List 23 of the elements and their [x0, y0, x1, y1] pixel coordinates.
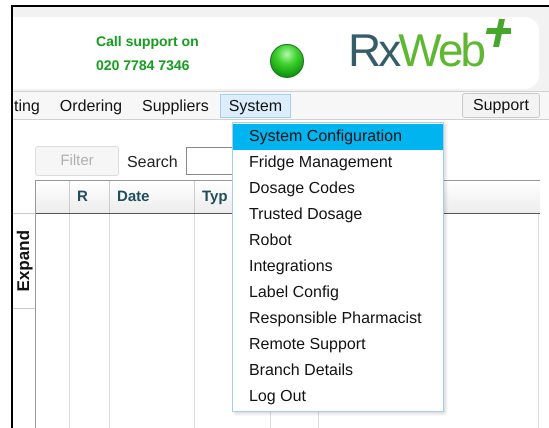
plus-icon	[483, 19, 511, 47]
dropdown-item[interactable]: System Configuration	[233, 124, 443, 150]
support-button[interactable]: Support	[462, 93, 540, 118]
dropdown-item[interactable]: Log Out	[233, 384, 443, 410]
support-text: Call support on	[96, 32, 200, 51]
menu-item[interactable]: ting	[5, 94, 49, 118]
dropdown-item[interactable]: Fridge Management	[233, 150, 443, 176]
menu-item[interactable]: System	[220, 94, 292, 118]
logo-text: RxWeb	[348, 25, 483, 75]
dropdown-item[interactable]: Remote Support	[233, 332, 443, 358]
menu-item[interactable]: Suppliers	[133, 94, 218, 118]
menu-item[interactable]: Ordering	[50, 94, 132, 118]
expand-tab[interactable]: Expand	[11, 230, 37, 292]
status-light-icon	[270, 44, 304, 78]
support-text: 020 7784 7346	[96, 56, 190, 75]
search-label: Search	[127, 153, 178, 173]
dropdown-item[interactable]: Responsible Pharmacist	[233, 306, 443, 332]
dropdown-item[interactable]: Branch Details	[233, 358, 443, 384]
column-header: Date	[110, 181, 195, 213]
dropdown-item[interactable]: Integrations	[233, 254, 443, 280]
dropdown-item[interactable]: Label Config	[233, 280, 443, 306]
dropdown-item[interactable]: Robot	[233, 228, 443, 254]
column-header: R	[70, 181, 110, 213]
